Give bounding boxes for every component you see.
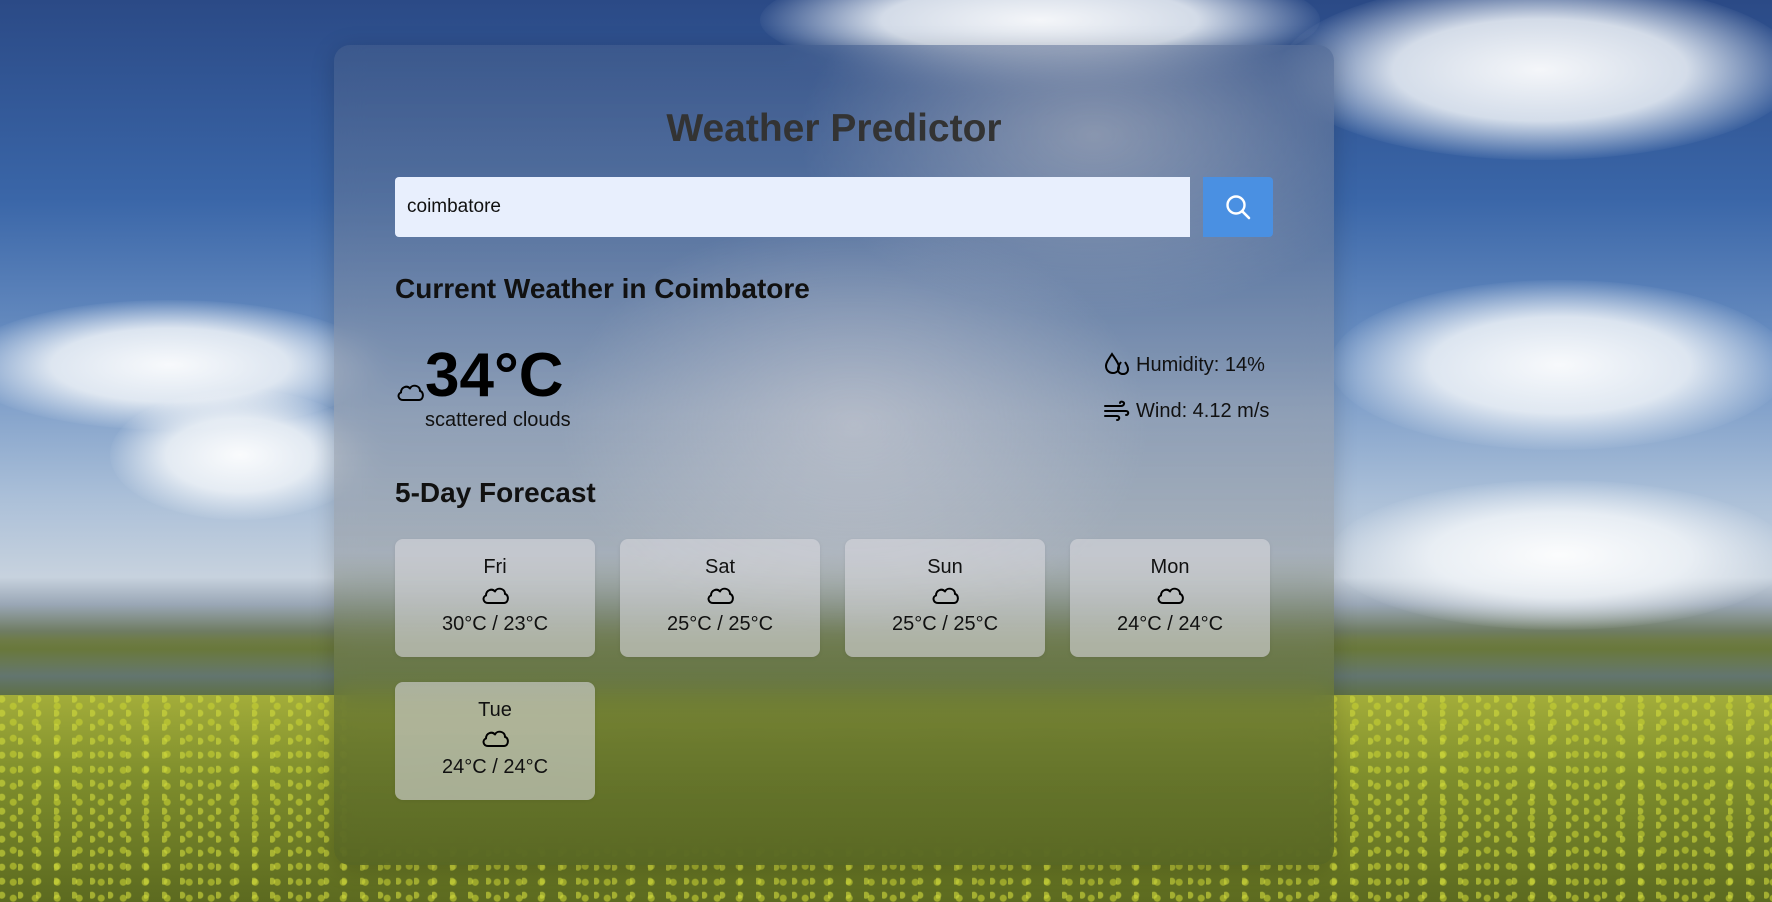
search-button[interactable] [1203, 177, 1273, 237]
forecast-card-fri: Fri 30°C / 23°C [395, 539, 595, 657]
forecast-card-tue: Tue 24°C / 24°C [395, 682, 595, 800]
weather-card: Weather Predictor Current Weather in Coi… [334, 45, 1334, 865]
wind-label: Wind: 4.12 m/s [1136, 399, 1270, 422]
forecast-day: Sun [927, 556, 963, 578]
forecast-day: Mon [1150, 556, 1190, 578]
forecast-cloud-icon [845, 583, 1045, 611]
forecast-temps: 25°C / 25°C [891, 613, 999, 635]
current-temperature: 34°C [425, 341, 564, 410]
forecast-card-sat: Sat 25°C / 25°C [620, 539, 820, 657]
forecast-heading: 5-Day Forecast [395, 477, 596, 508]
cloud-shape [1330, 280, 1772, 450]
forecast-temps: 30°C / 23°C [441, 613, 549, 635]
forecast-temps: 25°C / 25°C [666, 613, 774, 635]
cloud-icon [482, 587, 509, 604]
forecast-day: Sat [704, 556, 736, 578]
forecast-cloud-icon [395, 726, 595, 754]
forecast-card-sun: Sun 25°C / 25°C [845, 539, 1045, 657]
forecast-cloud-icon [395, 583, 595, 611]
search-input[interactable] [395, 177, 1190, 237]
cloud-icon [707, 587, 734, 604]
cloud-icon [1157, 587, 1184, 604]
forecast-cloud-icon [1070, 583, 1270, 611]
cloud-icon [397, 384, 424, 401]
page-title: Weather Predictor [666, 107, 1002, 150]
forecast-temps: 24°C / 24°C [441, 756, 549, 778]
cloud-shape [1280, 0, 1772, 160]
cloud-icon [482, 730, 509, 747]
forecast-cloud-icon [620, 583, 820, 611]
cloud-shape [110, 390, 370, 520]
wind-icon [1104, 400, 1130, 421]
humidity-stat: Humidity: 14% [1102, 351, 1265, 379]
cloud-shape [1330, 480, 1772, 630]
weather-description: scattered clouds [425, 409, 571, 431]
current-weather-heading: Current Weather in Coimbatore [395, 273, 810, 304]
humidity-drops-icon [1104, 352, 1130, 376]
forecast-day: Fri [483, 556, 507, 578]
forecast-card-mon: Mon 24°C / 24°C [1070, 539, 1270, 657]
humidity-label: Humidity: 14% [1136, 353, 1265, 376]
wind-stat: Wind: 4.12 m/s [1102, 397, 1269, 425]
forecast-temps: 24°C / 24°C [1116, 613, 1224, 635]
current-temperature-row: 34°C [395, 345, 564, 407]
cloud-icon [932, 587, 959, 604]
forecast-day: Tue [478, 699, 512, 721]
search-icon [1226, 195, 1251, 220]
